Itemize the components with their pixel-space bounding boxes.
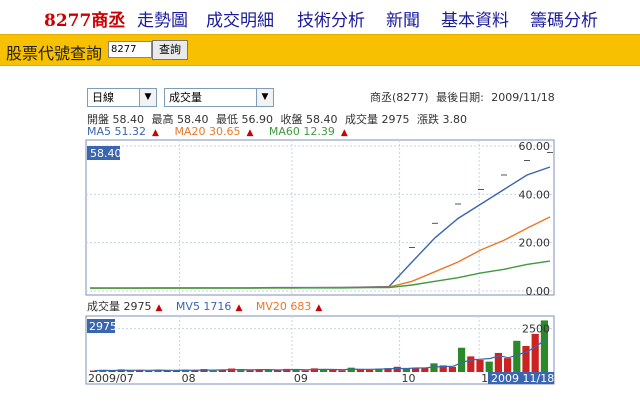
volume-bar bbox=[237, 370, 245, 372]
volume-bar bbox=[504, 358, 512, 372]
volume-bar bbox=[476, 359, 484, 372]
volume-xtick-label: 10 bbox=[402, 372, 416, 385]
price-current-label: 58.40 bbox=[90, 147, 122, 160]
volume-bar bbox=[485, 361, 493, 372]
volume-date-label: 2009 11/18 bbox=[491, 372, 554, 385]
price-chart[interactable]: 0.00 20.00 40.00 60.00 58.40 2500 2975 2009/07 0… bbox=[0, 0, 640, 405]
volume-xtick-label: 09 bbox=[294, 372, 308, 385]
price-panel-frame bbox=[85, 139, 555, 296]
volume-bar bbox=[338, 370, 346, 372]
up-triangle-icon: ▲ bbox=[315, 303, 323, 313]
volume-bar bbox=[320, 369, 328, 372]
volume-bar bbox=[458, 347, 466, 372]
volume-bar bbox=[467, 356, 475, 372]
up-triangle-icon: ▲ bbox=[155, 303, 163, 313]
up-triangle-icon: ▲ bbox=[235, 303, 243, 313]
volume-bar bbox=[522, 346, 530, 372]
volume-xtick-label: 2009/07 bbox=[88, 372, 134, 385]
price-tick-label: 60.00 bbox=[519, 140, 551, 153]
volume-bar bbox=[172, 370, 180, 372]
volume-xtick-label: 08 bbox=[182, 372, 196, 385]
price-tick-label: 40.00 bbox=[519, 188, 551, 201]
volume-tick-label: 2500 bbox=[522, 323, 550, 336]
price-tick-label: 20.00 bbox=[519, 237, 551, 250]
price-tick-label: 0.00 bbox=[526, 285, 551, 298]
mv5-value: MV5 1716 bbox=[175, 300, 232, 313]
volume-current-label: 2975 bbox=[89, 320, 117, 333]
volume-bar bbox=[145, 370, 153, 372]
mv20-value: MV20 683 bbox=[255, 300, 312, 313]
volume-value: 成交量 2975 bbox=[87, 300, 152, 313]
volume-bar bbox=[246, 370, 254, 372]
volume-bar bbox=[448, 366, 456, 372]
volume-bar bbox=[366, 369, 374, 372]
volume-bar bbox=[393, 366, 401, 372]
volume-bar bbox=[531, 333, 539, 372]
volume-row: 成交量 2975 ▲ MV5 1716 ▲ MV20 683 ▲ bbox=[87, 298, 326, 314]
volume-bar bbox=[209, 370, 217, 372]
